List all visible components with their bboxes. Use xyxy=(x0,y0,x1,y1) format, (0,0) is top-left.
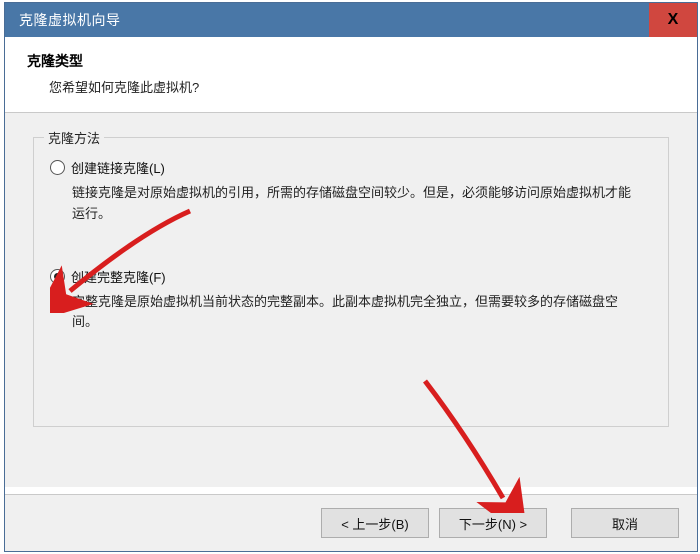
cancel-button-label: 取消 xyxy=(612,514,638,533)
back-button[interactable]: < 上一步(B) xyxy=(321,508,429,538)
clone-vm-wizard-dialog: 克隆虚拟机向导 X 克隆类型 您希望如何克隆此虚拟机? 克隆方法 创建链接克隆(… xyxy=(4,2,698,552)
radio-icon xyxy=(50,269,65,284)
radio-icon xyxy=(50,160,65,175)
radio-option-linked-clone[interactable]: 创建链接克隆(L) 链接克隆是对原始虚拟机的引用，所需的存储磁盘空间较少。但是，… xyxy=(50,158,652,225)
radio-desc-full: 完整克隆是原始虚拟机当前状态的完整副本。此副本虚拟机完全独立，但需要较多的存储磁… xyxy=(72,292,632,334)
footer: < 上一步(B) 下一步(N) > 取消 xyxy=(5,494,697,551)
group-legend: 克隆方法 xyxy=(44,128,104,147)
next-button[interactable]: 下一步(N) > xyxy=(439,508,547,538)
close-button[interactable]: X xyxy=(649,3,697,37)
page-subheading: 您希望如何克隆此虚拟机? xyxy=(27,77,675,96)
close-icon: X xyxy=(668,12,679,28)
clone-method-group: 克隆方法 创建链接克隆(L) 链接克隆是对原始虚拟机的引用，所需的存储磁盘空间较… xyxy=(33,137,669,427)
radio-option-full-clone[interactable]: 创建完整克隆(F) 完整克隆是原始虚拟机当前状态的完整副本。此副本虚拟机完全独立… xyxy=(50,267,652,334)
titlebar: 克隆虚拟机向导 X xyxy=(5,3,697,37)
radio-desc-linked: 链接克隆是对原始虚拟机的引用，所需的存储磁盘空间较少。但是，必须能够访问原始虚拟… xyxy=(72,183,632,225)
header: 克隆类型 您希望如何克隆此虚拟机? xyxy=(5,37,697,113)
page-heading: 克隆类型 xyxy=(27,51,675,71)
radio-label-full: 创建完整克隆(F) xyxy=(71,267,166,286)
cancel-button[interactable]: 取消 xyxy=(571,508,679,538)
radio-label-linked: 创建链接克隆(L) xyxy=(71,158,165,177)
body-panel: 克隆方法 创建链接克隆(L) 链接克隆是对原始虚拟机的引用，所需的存储磁盘空间较… xyxy=(5,113,697,487)
back-button-label: < 上一步(B) xyxy=(341,514,409,533)
window-title: 克隆虚拟机向导 xyxy=(19,10,121,30)
next-button-label: 下一步(N) > xyxy=(459,514,527,533)
